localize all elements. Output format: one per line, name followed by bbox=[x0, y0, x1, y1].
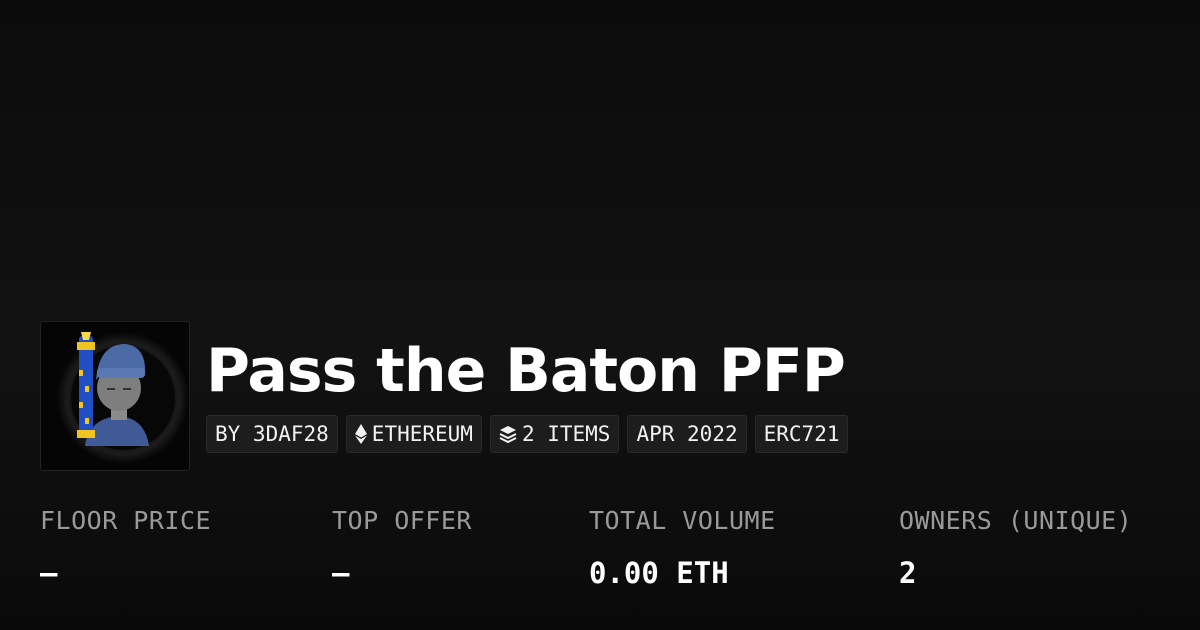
owners-value: 2 bbox=[899, 556, 917, 590]
floor-price-label: FLOOR PRICE bbox=[40, 506, 212, 535]
creator-label: BY 3DAF28 bbox=[215, 422, 329, 446]
collection-title: Pass the Baton PFP bbox=[206, 336, 846, 406]
chain-chip[interactable]: ETHEREUM bbox=[345, 415, 482, 453]
owners-label: OWNERS (UNIQUE) bbox=[899, 506, 1133, 535]
layers-icon bbox=[499, 425, 517, 443]
collection-stats: FLOOR PRICE – TOP OFFER – TOTAL VOLUME 0… bbox=[40, 505, 1180, 595]
total-volume-label: TOTAL VOLUME bbox=[589, 506, 776, 535]
date-label: APR 2022 bbox=[636, 422, 738, 446]
stat-top-offer: TOP OFFER – bbox=[332, 505, 472, 591]
stat-floor-price: FLOOR PRICE – bbox=[40, 505, 211, 591]
collection-header: Pass the Baton PFP BY 3DAF28 ETHEREUM 2 … bbox=[40, 321, 1160, 471]
chain-label: ETHEREUM bbox=[371, 422, 473, 446]
items-chip[interactable]: 2 ITEMS bbox=[489, 415, 620, 453]
standard-chip: ERC721 bbox=[754, 415, 849, 453]
top-offer-value: – bbox=[332, 556, 350, 590]
top-offer-label: TOP OFFER bbox=[332, 506, 472, 535]
stat-total-volume: TOTAL VOLUME 0.00 ETH bbox=[589, 505, 776, 591]
stat-owners: OWNERS (UNIQUE) 2 bbox=[899, 505, 1132, 591]
standard-label: ERC721 bbox=[763, 422, 840, 446]
collection-meta-chips: BY 3DAF28 ETHEREUM 2 ITEMS APR 2022 ERC7… bbox=[206, 415, 849, 453]
baton-avatar-image bbox=[41, 322, 189, 470]
creator-chip[interactable]: BY 3DAF28 bbox=[206, 415, 338, 453]
date-chip: APR 2022 bbox=[627, 415, 747, 453]
total-volume-value: 0.00 ETH bbox=[589, 556, 729, 590]
floor-price-value: – bbox=[40, 556, 58, 590]
collection-avatar[interactable] bbox=[40, 321, 190, 471]
ethereum-icon bbox=[354, 424, 367, 444]
items-label: 2 ITEMS bbox=[521, 422, 611, 446]
